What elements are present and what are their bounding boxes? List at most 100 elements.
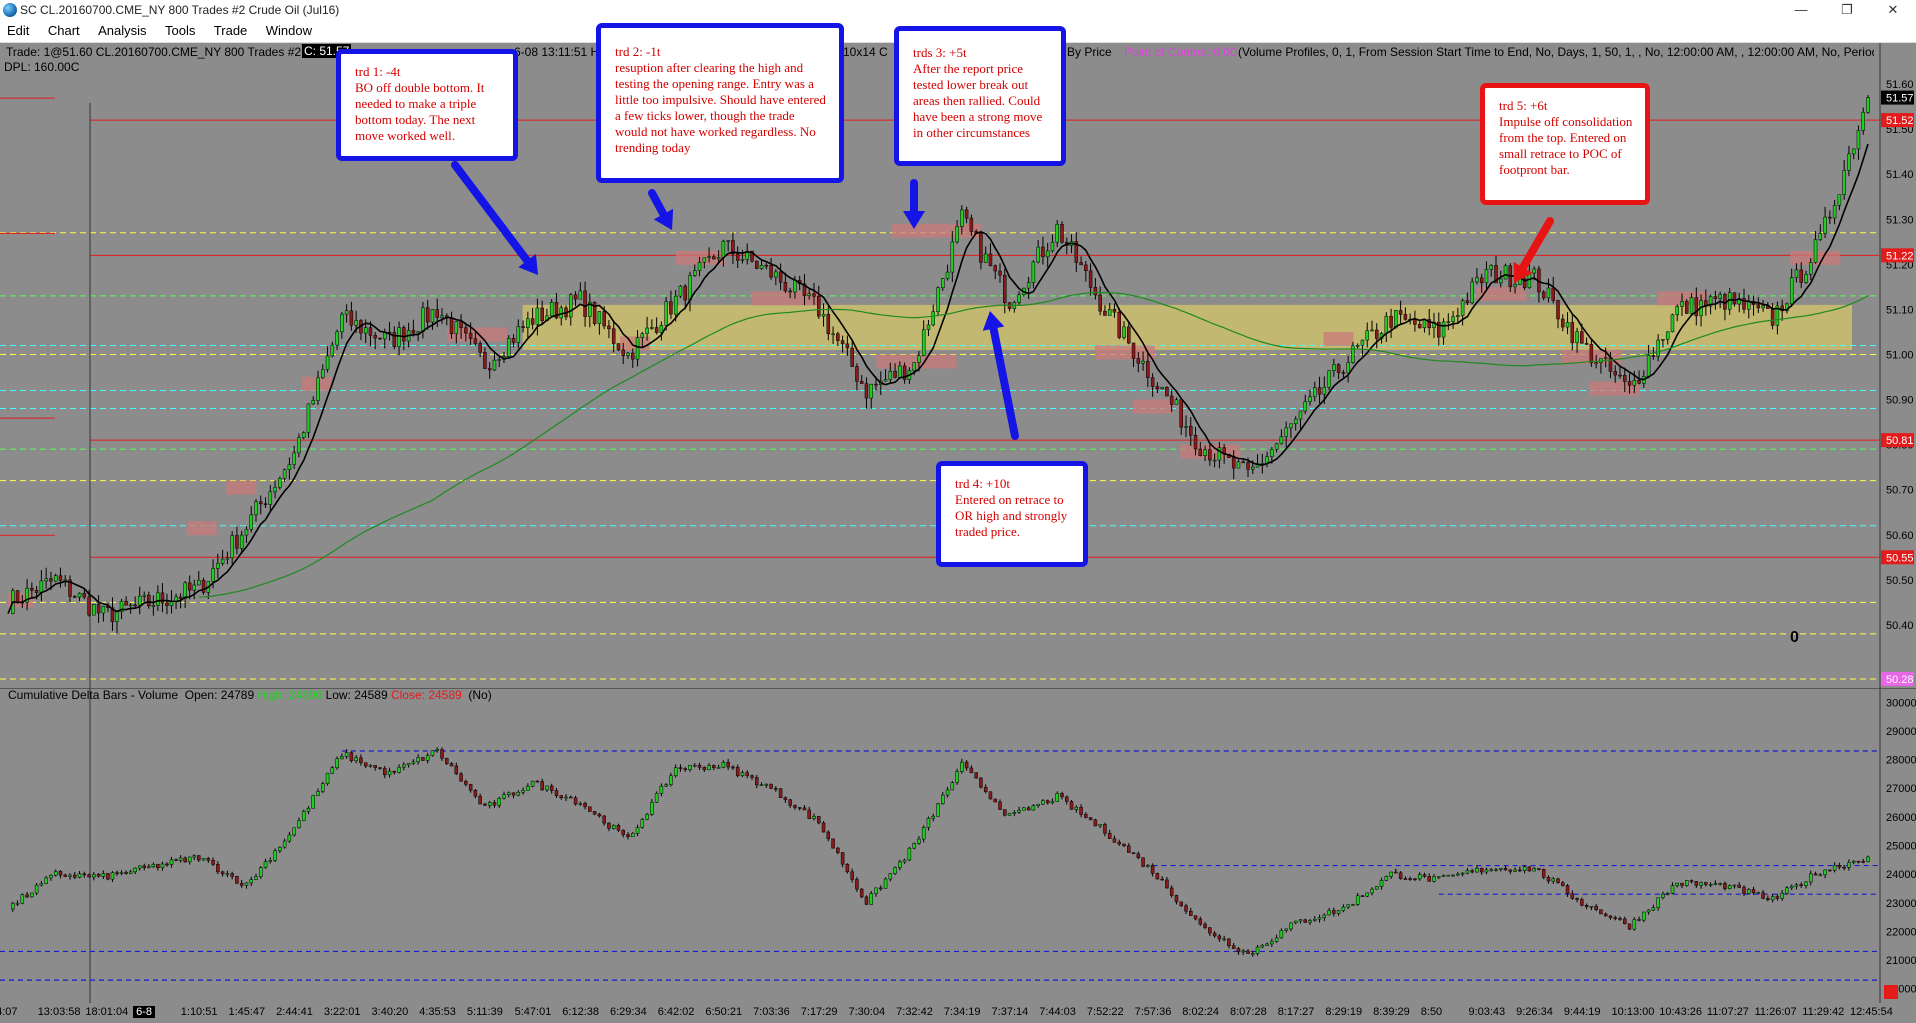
candle-body bbox=[478, 343, 482, 353]
time-axis-label: 6:50:21 bbox=[705, 1006, 743, 1018]
candle-body bbox=[1570, 322, 1575, 344]
candle-body bbox=[115, 611, 119, 623]
cumulative-delta-svg[interactable]: 30000 29000 28000 27000 26000 25000 24000 23000… bbox=[0, 687, 1916, 1003]
close-button[interactable]: ✕ bbox=[1870, 0, 1916, 20]
delta-candle-body bbox=[301, 810, 306, 822]
candle-body bbox=[1465, 300, 1470, 304]
delta-candle-body bbox=[142, 865, 147, 868]
candle-body bbox=[1346, 362, 1350, 374]
candle-body bbox=[268, 491, 273, 505]
delta-candle-body bbox=[383, 768, 387, 776]
menu-analysis[interactable]: Analysis bbox=[91, 20, 153, 42]
candle-body bbox=[1756, 304, 1761, 309]
arrow-trd-1 bbox=[451, 161, 532, 265]
delta-candle-body bbox=[1146, 864, 1150, 867]
delta-candle-body bbox=[187, 856, 192, 863]
candle-body bbox=[133, 604, 137, 607]
menu-window[interactable]: Window bbox=[259, 20, 319, 42]
time-axis-label: 4:35:53 bbox=[419, 1006, 456, 1018]
price-axis-label: 51.60 bbox=[1886, 79, 1914, 91]
delta-candle-body bbox=[1556, 878, 1560, 883]
menu-chart[interactable]: Chart bbox=[41, 20, 87, 42]
lower-suffix: (No) bbox=[468, 688, 492, 702]
time-axis-label: 8:02:24 bbox=[1182, 1006, 1219, 1018]
candle-body bbox=[1661, 339, 1665, 341]
delta-candle-body bbox=[592, 811, 597, 815]
annotation-trd-3[interactable]: trds 3: +5t After the report price teste… bbox=[894, 26, 1066, 166]
delta-axis-label: 27000 bbox=[1886, 783, 1916, 795]
delta-candle-body bbox=[821, 822, 826, 833]
delta-candle-body bbox=[640, 819, 645, 828]
time-axis-label: 3:40:20 bbox=[371, 1006, 409, 1018]
delta-candle-body bbox=[1866, 856, 1870, 862]
delta-candle-body bbox=[669, 775, 673, 785]
delta-candle-body bbox=[1136, 853, 1141, 858]
restore-button[interactable]: ❐ bbox=[1824, 0, 1870, 20]
candle-body bbox=[1298, 410, 1303, 420]
delta-candle-body bbox=[473, 789, 478, 797]
candle-body bbox=[1513, 284, 1517, 288]
candle-body bbox=[1308, 396, 1312, 402]
candle-body bbox=[325, 355, 330, 370]
minimize-button[interactable]: — bbox=[1778, 0, 1824, 20]
delta-candle-body bbox=[659, 785, 664, 794]
candle-body bbox=[945, 271, 950, 279]
cumulative-delta-pane[interactable]: 30000 29000 28000 27000 26000 25000 24000 23000… bbox=[0, 687, 1916, 1003]
delta-candle-body bbox=[1584, 905, 1589, 908]
delta-candle-body bbox=[430, 750, 435, 756]
candle-body bbox=[1193, 435, 1198, 450]
candle-body bbox=[769, 265, 773, 278]
time-axis-label: 3:22:01 bbox=[323, 1006, 361, 1018]
annotation-trd-5[interactable]: trd 5: +6t Impulse off consolidation fro… bbox=[1480, 83, 1650, 205]
menu-tools[interactable]: Tools bbox=[158, 20, 202, 42]
time-axis-label: 7:30:04 bbox=[848, 1006, 886, 1018]
price-axis-label: 50.70 bbox=[1886, 485, 1914, 497]
delta-candle-body bbox=[530, 780, 535, 787]
delta-candle-body bbox=[119, 872, 124, 874]
candle-body bbox=[516, 326, 521, 343]
candle-body bbox=[774, 271, 778, 278]
candle-body bbox=[225, 557, 230, 560]
candle-body bbox=[30, 587, 34, 591]
delta-candle-body bbox=[1656, 897, 1660, 908]
candle-body bbox=[416, 331, 420, 334]
candle-body bbox=[549, 302, 554, 317]
annotation-trd-2[interactable]: trd 2: -1t resuption after clearing the … bbox=[596, 23, 844, 183]
delta-last-marker bbox=[1884, 985, 1898, 999]
candle-body bbox=[960, 209, 964, 227]
delta-candle-body bbox=[1007, 813, 1012, 816]
delta-candle-body bbox=[68, 874, 72, 877]
delta-candle-body bbox=[1184, 905, 1188, 912]
annotation-title: trds 3: +5t bbox=[913, 45, 967, 60]
delta-candle-body bbox=[1651, 907, 1656, 911]
candle-body bbox=[316, 377, 320, 401]
annotation-trd-4[interactable]: trd 4: +10t Entered on retrace to OR hig… bbox=[936, 461, 1088, 567]
candle-body bbox=[411, 330, 416, 334]
candle-body bbox=[950, 241, 955, 273]
candle-body bbox=[1689, 297, 1694, 314]
delta-candle-body bbox=[1117, 842, 1121, 845]
candle-body bbox=[755, 260, 759, 269]
candle-body bbox=[1112, 308, 1117, 313]
menu-trade[interactable]: Trade bbox=[207, 20, 254, 42]
annotation-trd-1[interactable]: trd 1: -4t BO off double bottom. It need… bbox=[336, 49, 518, 161]
candle-body bbox=[1179, 399, 1183, 428]
delta-candle-body bbox=[778, 788, 783, 798]
delta-candle-body bbox=[1851, 860, 1856, 863]
time-axis-label: 6:29:34 bbox=[610, 1006, 647, 1018]
by-price-label: By Price bbox=[1067, 45, 1112, 59]
time-axis-label: 7:37:14 bbox=[991, 1006, 1029, 1018]
candle-body bbox=[1389, 315, 1393, 328]
candle-body bbox=[1627, 381, 1632, 386]
candle-body bbox=[1289, 423, 1293, 429]
delta-candle-body bbox=[907, 847, 912, 861]
menu-edit[interactable]: Edit bbox=[0, 20, 36, 42]
lower-high: High: 24800 bbox=[257, 688, 323, 702]
candle-body bbox=[1417, 324, 1422, 329]
candle-body bbox=[1246, 462, 1250, 470]
delta-candle-body bbox=[325, 772, 330, 784]
delta-candle-body bbox=[378, 767, 382, 769]
candle-body bbox=[440, 315, 444, 318]
price-chart-pane[interactable]: 51.60 51.50 51.40 51.30 51.20 51.10 51.00 50.90… bbox=[0, 23, 1916, 688]
candle-body bbox=[583, 290, 587, 317]
